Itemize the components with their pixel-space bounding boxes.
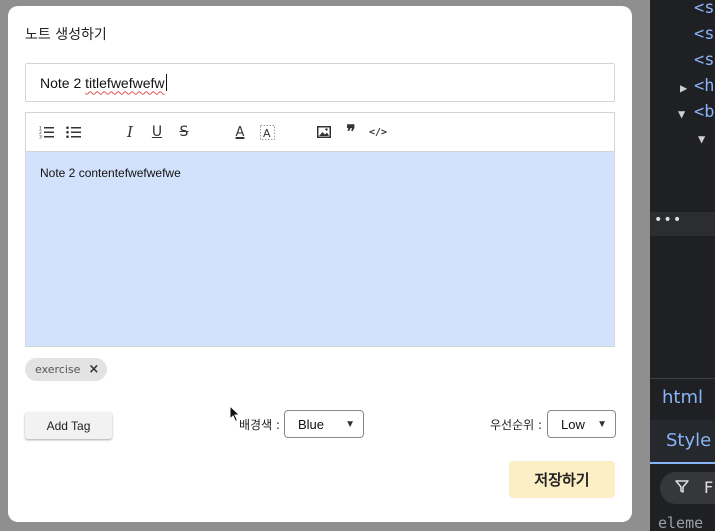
tag-label: exercise: [35, 363, 81, 376]
note-title-text: Note 2: [40, 74, 86, 91]
bullet-list-icon[interactable]: [64, 122, 84, 142]
divider: [650, 378, 715, 379]
filter-icon: [674, 478, 690, 498]
note-title-misspelled-text: titlefwefwefw: [85, 74, 165, 91]
devtools-html-tab[interactable]: html: [662, 387, 703, 408]
text-caret: [165, 74, 167, 91]
code-line[interactable]: <h: [694, 76, 714, 96]
chevron-down-icon: ▼: [597, 418, 607, 430]
image-icon[interactable]: [314, 122, 334, 142]
remove-tag-icon[interactable]: ×: [88, 362, 99, 377]
background-color-select[interactable]: Blue ▼: [284, 410, 364, 438]
devtools-element-text: eleme: [658, 514, 704, 531]
editor-toolbar: 1 2 3 I U S A A ❞ </>: [26, 113, 614, 152]
code-line[interactable]: <s: [694, 50, 714, 70]
devtools-styles-tab[interactable]: Style: [666, 430, 711, 451]
svg-text:A: A: [263, 127, 271, 140]
save-button[interactable]: 저장하기: [509, 461, 615, 498]
strikethrough-icon[interactable]: S: [174, 122, 194, 142]
svg-text:3: 3: [39, 135, 42, 140]
background-color-value: Blue: [298, 416, 325, 432]
code-icon[interactable]: </>: [368, 122, 388, 142]
rich-text-editor: 1 2 3 I U S A A ❞ </> Note 2 contentefwe…: [25, 112, 615, 347]
underline-icon[interactable]: U: [147, 122, 167, 142]
add-tag-button[interactable]: Add Tag: [25, 412, 112, 439]
code-line[interactable]: <s: [694, 24, 714, 44]
devtools-filter-text: F: [704, 478, 714, 497]
mouse-cursor-icon: [229, 405, 241, 423]
priority-value: Low: [561, 416, 585, 432]
code-line[interactable]: <b: [694, 102, 714, 122]
expand-triangle-icon[interactable]: ▶: [680, 81, 687, 95]
text-color-icon[interactable]: A: [230, 122, 250, 142]
priority-label: 우선순위 :: [490, 418, 543, 432]
note-title-input[interactable]: Note 2 titlefwefwefw: [25, 63, 615, 102]
priority-select[interactable]: Low ▼: [547, 410, 616, 438]
chevron-down-icon: ▼: [345, 418, 355, 430]
collapse-triangle-icon[interactable]: ▼: [698, 132, 705, 146]
modal-title: 노트 생성하기: [25, 27, 107, 43]
create-note-modal: 노트 생성하기 Note 2 titlefwefwefw 1 2 3 I U S…: [8, 6, 632, 522]
code-line[interactable]: <s: [694, 0, 714, 18]
tag-chip: exercise ×: [25, 358, 108, 381]
quote-icon[interactable]: ❞: [341, 122, 361, 142]
more-icon[interactable]: •••: [654, 212, 682, 228]
background-color-label: 배경색 :: [239, 418, 280, 432]
collapse-triangle-icon[interactable]: ▼: [678, 107, 685, 121]
devtools-panel: <s <s <s ▶ <h ▼ <b ▼ ••• html Style F el…: [650, 0, 715, 531]
background-color-icon[interactable]: A: [257, 122, 277, 142]
italic-icon[interactable]: I: [120, 122, 140, 142]
ordered-list-icon[interactable]: 1 2 3: [37, 122, 57, 142]
note-content-area[interactable]: Note 2 contentefwefwefwe: [26, 152, 614, 346]
